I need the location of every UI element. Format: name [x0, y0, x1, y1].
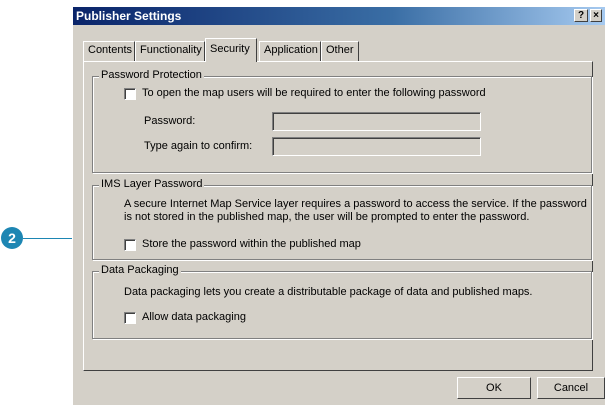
cancel-button[interactable]: Cancel [537, 377, 605, 399]
title-bar: Publisher Settings ? × [73, 7, 605, 25]
tab-application[interactable]: Application [259, 41, 321, 61]
password-field[interactable] [272, 112, 481, 131]
cancel-button-label: Cancel [553, 382, 589, 394]
group-legend: Password Protection [99, 69, 204, 81]
tab-label: Application [264, 44, 318, 56]
help-icon: ? [577, 10, 585, 21]
publisher-settings-dialog: Publisher Settings ? × Contents Function… [72, 6, 605, 405]
security-tab-panel: Password Protection To open the map user… [83, 61, 593, 371]
tab-label: Other [326, 44, 354, 56]
tab-label: Contents [88, 44, 133, 56]
data-packaging-description: Data packaging lets you create a distrib… [124, 286, 533, 298]
tab-label: Functionality [140, 44, 202, 56]
store-password-label: Store the password within the published … [142, 238, 361, 250]
tab-label: Security [210, 43, 250, 55]
store-password-checkbox[interactable] [124, 239, 136, 251]
tab-contents[interactable]: Contents [83, 41, 135, 61]
require-password-checkbox[interactable] [124, 88, 136, 100]
tab-other[interactable]: Other [321, 41, 359, 61]
help-button[interactable]: ? [574, 9, 588, 22]
tab-security[interactable]: Security [205, 38, 257, 62]
window-title: Publisher Settings [76, 9, 182, 23]
confirm-password-label: Type again to confirm: [144, 140, 253, 152]
group-legend: Data Packaging [99, 264, 181, 276]
close-button[interactable]: × [590, 9, 602, 22]
close-icon: × [593, 10, 599, 21]
password-label: Password: [144, 115, 196, 127]
allow-data-packaging-checkbox[interactable] [124, 312, 136, 324]
ok-button-label: OK [486, 382, 502, 394]
password-protection-group: Password Protection To open the map user… [92, 69, 592, 173]
callout-number-badge: 2 [1, 227, 23, 249]
tab-functionality[interactable]: Functionality [135, 41, 205, 61]
ims-description: A secure Internet Map Service layer requ… [124, 198, 587, 223]
allow-data-packaging-label: Allow data packaging [142, 311, 246, 323]
ims-layer-password-group: IMS Layer Password A secure Internet Map… [92, 178, 592, 260]
ok-button[interactable]: OK [457, 377, 531, 399]
require-password-label: To open the map users will be required t… [142, 87, 486, 99]
confirm-password-field[interactable] [272, 137, 481, 156]
group-legend: IMS Layer Password [99, 178, 205, 190]
data-packaging-group: Data Packaging Data packaging lets you c… [92, 264, 592, 339]
